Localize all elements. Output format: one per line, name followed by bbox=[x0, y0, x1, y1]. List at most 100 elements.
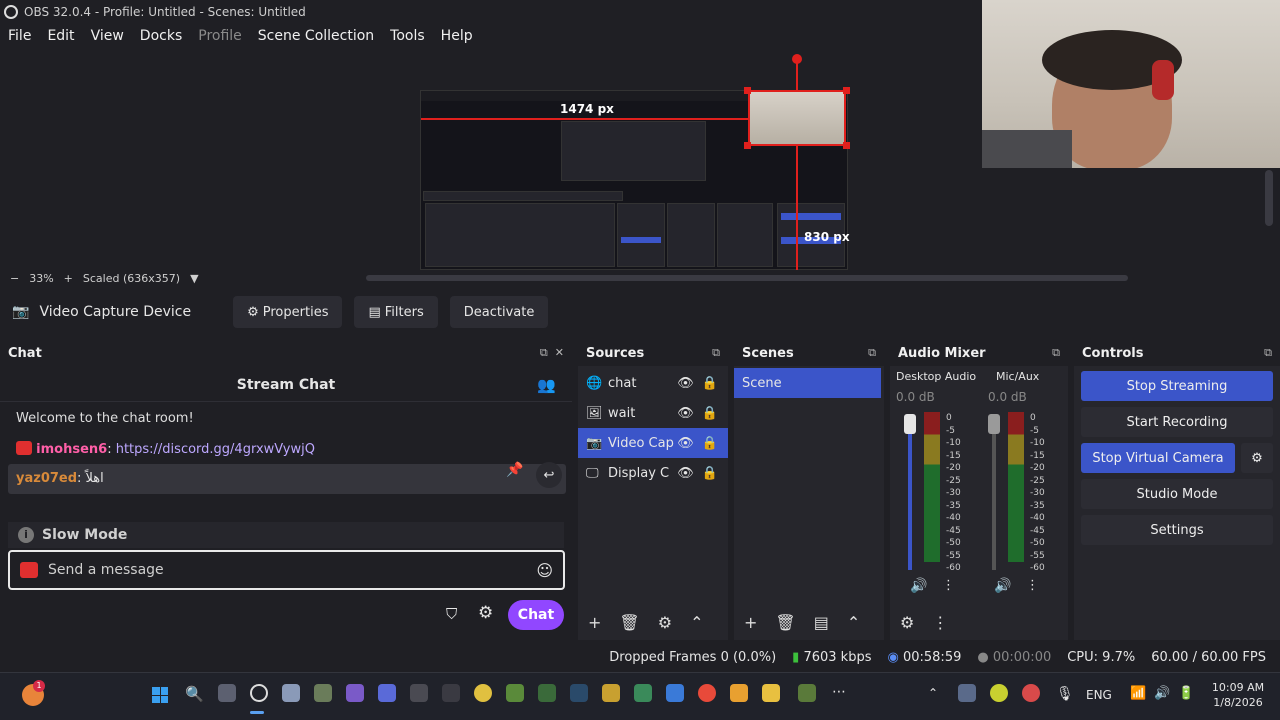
chat-username[interactable]: yaz07ed bbox=[16, 471, 77, 486]
start-recording-button[interactable]: Start Recording bbox=[1081, 407, 1273, 437]
obs-taskbar-icon[interactable] bbox=[250, 684, 268, 702]
source-item-chat[interactable]: 🌐 chat 👁 🔒 bbox=[578, 368, 728, 398]
photos-icon[interactable] bbox=[666, 684, 684, 702]
wifi-icon[interactable]: 📶 bbox=[1130, 686, 1146, 701]
trash-icon[interactable]: 🗑 bbox=[619, 613, 639, 632]
microphone-icon[interactable]: 🎙 bbox=[1056, 686, 1074, 702]
menu-scene-collection[interactable]: Scene Collection bbox=[250, 28, 382, 44]
visibility-icon[interactable]: 👁 bbox=[677, 466, 694, 481]
zoom-out-button[interactable]: − bbox=[10, 272, 19, 285]
tray-app-icon[interactable] bbox=[1022, 684, 1040, 702]
add-icon[interactable]: + bbox=[744, 613, 757, 632]
chat-input[interactable]: Send a message ☺ bbox=[8, 550, 565, 590]
kebab-menu-icon[interactable]: ⋮ bbox=[932, 613, 948, 632]
lock-icon[interactable]: 🔒 bbox=[702, 376, 718, 391]
resize-handle-bl[interactable] bbox=[744, 142, 751, 149]
visibility-icon[interactable]: 👁 bbox=[677, 406, 694, 421]
menu-view[interactable]: View bbox=[83, 28, 132, 44]
windows-start-icon[interactable] bbox=[152, 687, 168, 703]
settings-button[interactable]: Settings bbox=[1081, 515, 1273, 545]
volume-slider-handle[interactable] bbox=[988, 414, 1000, 434]
emoji-icon[interactable]: ☺ bbox=[536, 561, 553, 580]
tray-app-icon[interactable] bbox=[958, 684, 976, 702]
app-icon[interactable] bbox=[634, 684, 652, 702]
menu-profile[interactable]: Profile bbox=[190, 28, 250, 44]
app-icon[interactable] bbox=[314, 684, 332, 702]
resize-handle-tl[interactable] bbox=[744, 87, 751, 94]
volume-slider-handle[interactable] bbox=[904, 414, 916, 434]
resize-handle-tr[interactable] bbox=[843, 87, 850, 94]
zoom-in-button[interactable]: + bbox=[64, 272, 73, 285]
add-icon[interactable]: + bbox=[588, 613, 601, 632]
reply-icon[interactable]: ↩ bbox=[536, 462, 562, 488]
minecraft-icon[interactable] bbox=[506, 684, 524, 702]
store-icon[interactable] bbox=[730, 684, 748, 702]
users-icon[interactable]: 👥 bbox=[537, 376, 556, 394]
discord-icon[interactable] bbox=[378, 684, 396, 702]
kebab-menu-icon[interactable]: ⋮ bbox=[942, 578, 955, 593]
clock[interactable]: 10:09 AM 1/8/2026 bbox=[1206, 680, 1270, 710]
virtual-camera-settings-icon[interactable]: ⚙ bbox=[1241, 443, 1273, 473]
trash-icon[interactable]: 🗑 bbox=[775, 613, 795, 632]
minecraft-icon[interactable] bbox=[798, 684, 816, 702]
lock-icon[interactable]: 🔒 bbox=[702, 466, 718, 481]
language-indicator[interactable]: ENG bbox=[1086, 688, 1112, 702]
preview-vertical-scrollbar[interactable] bbox=[1265, 170, 1273, 226]
folder-icon[interactable] bbox=[762, 684, 780, 702]
volume-slider[interactable] bbox=[908, 420, 912, 570]
app-icon[interactable] bbox=[442, 684, 460, 702]
app-icon[interactable] bbox=[474, 684, 492, 702]
task-view-icon[interactable] bbox=[218, 684, 236, 702]
pin-icon[interactable]: 📌 bbox=[506, 462, 523, 478]
float-icon[interactable]: ⧉ bbox=[712, 346, 720, 360]
properties-button[interactable]: ⚙ Properties bbox=[233, 296, 343, 328]
float-icon[interactable]: ⧉ bbox=[1052, 346, 1060, 360]
menu-edit[interactable]: Edit bbox=[39, 28, 82, 44]
settings-icon[interactable]: ⚙ bbox=[478, 603, 493, 623]
steam-icon[interactable] bbox=[570, 684, 588, 702]
studio-mode-button[interactable]: Studio Mode bbox=[1081, 479, 1273, 509]
source-item-display-capture[interactable]: 🖵 Display C 👁 🔒 bbox=[578, 458, 728, 488]
stop-virtual-camera-button[interactable]: Stop Virtual Camera bbox=[1081, 443, 1235, 473]
source-item-wait[interactable]: 🖼 wait 👁 🔒 bbox=[578, 398, 728, 428]
lock-icon[interactable]: 🔒 bbox=[702, 436, 718, 451]
filters-button[interactable]: ▤ Filters bbox=[354, 296, 438, 328]
app-icon[interactable] bbox=[538, 684, 556, 702]
app-icon[interactable] bbox=[602, 684, 620, 702]
battery-icon[interactable]: 🔋 bbox=[1178, 686, 1194, 701]
zoom-dropdown-icon[interactable]: ▼ bbox=[190, 272, 198, 285]
deactivate-button[interactable]: Deactivate bbox=[449, 296, 549, 328]
advanced-audio-icon[interactable]: ⚙ bbox=[900, 613, 914, 632]
tray-chevron-icon[interactable]: ⌃ bbox=[928, 686, 938, 700]
chat-send-button[interactable]: Chat bbox=[508, 600, 564, 630]
search-icon[interactable]: 🔍 bbox=[185, 685, 204, 703]
menu-help[interactable]: Help bbox=[433, 28, 481, 44]
gear-icon[interactable]: ⚙ bbox=[658, 613, 672, 632]
selected-source-box[interactable] bbox=[748, 90, 846, 146]
chat-link[interactable]: https://discord.gg/4grxwVywjQ bbox=[116, 442, 315, 457]
scene-item[interactable]: Scene bbox=[734, 368, 881, 398]
filter-icon[interactable]: ▤ bbox=[814, 613, 829, 632]
preview-horizontal-scrollbar[interactable] bbox=[366, 275, 1128, 281]
menu-docks[interactable]: Docks bbox=[132, 28, 190, 44]
app-icon[interactable] bbox=[410, 684, 428, 702]
shield-icon[interactable]: ⛉ bbox=[446, 605, 457, 623]
chevron-up-icon[interactable]: ⌃ bbox=[690, 613, 703, 632]
resize-handle-br[interactable] bbox=[843, 142, 850, 149]
chevron-up-icon[interactable]: ⌃ bbox=[847, 613, 860, 632]
more-apps-icon[interactable]: ⋯ bbox=[832, 684, 846, 700]
stop-streaming-button[interactable]: Stop Streaming bbox=[1081, 371, 1273, 401]
float-icon[interactable]: ⧉ bbox=[868, 346, 876, 360]
settings-app-icon[interactable] bbox=[282, 684, 300, 702]
visibility-icon[interactable]: 👁 bbox=[677, 376, 694, 391]
dock-controls[interactable]: ⧉ ✕ bbox=[540, 346, 564, 360]
gamepad-icon[interactable] bbox=[346, 684, 364, 702]
tray-app-icon[interactable] bbox=[990, 684, 1008, 702]
speaker-icon[interactable]: 🔊 bbox=[910, 578, 927, 594]
source-item-video-capture[interactable]: 📷 Video Cap 👁 🔒 bbox=[578, 428, 728, 458]
menu-file[interactable]: File bbox=[0, 28, 39, 44]
float-icon[interactable]: ⧉ bbox=[1264, 346, 1272, 360]
kebab-menu-icon[interactable]: ⋮ bbox=[1026, 578, 1039, 593]
volume-slider[interactable] bbox=[992, 420, 996, 570]
rotate-handle[interactable] bbox=[792, 54, 802, 64]
